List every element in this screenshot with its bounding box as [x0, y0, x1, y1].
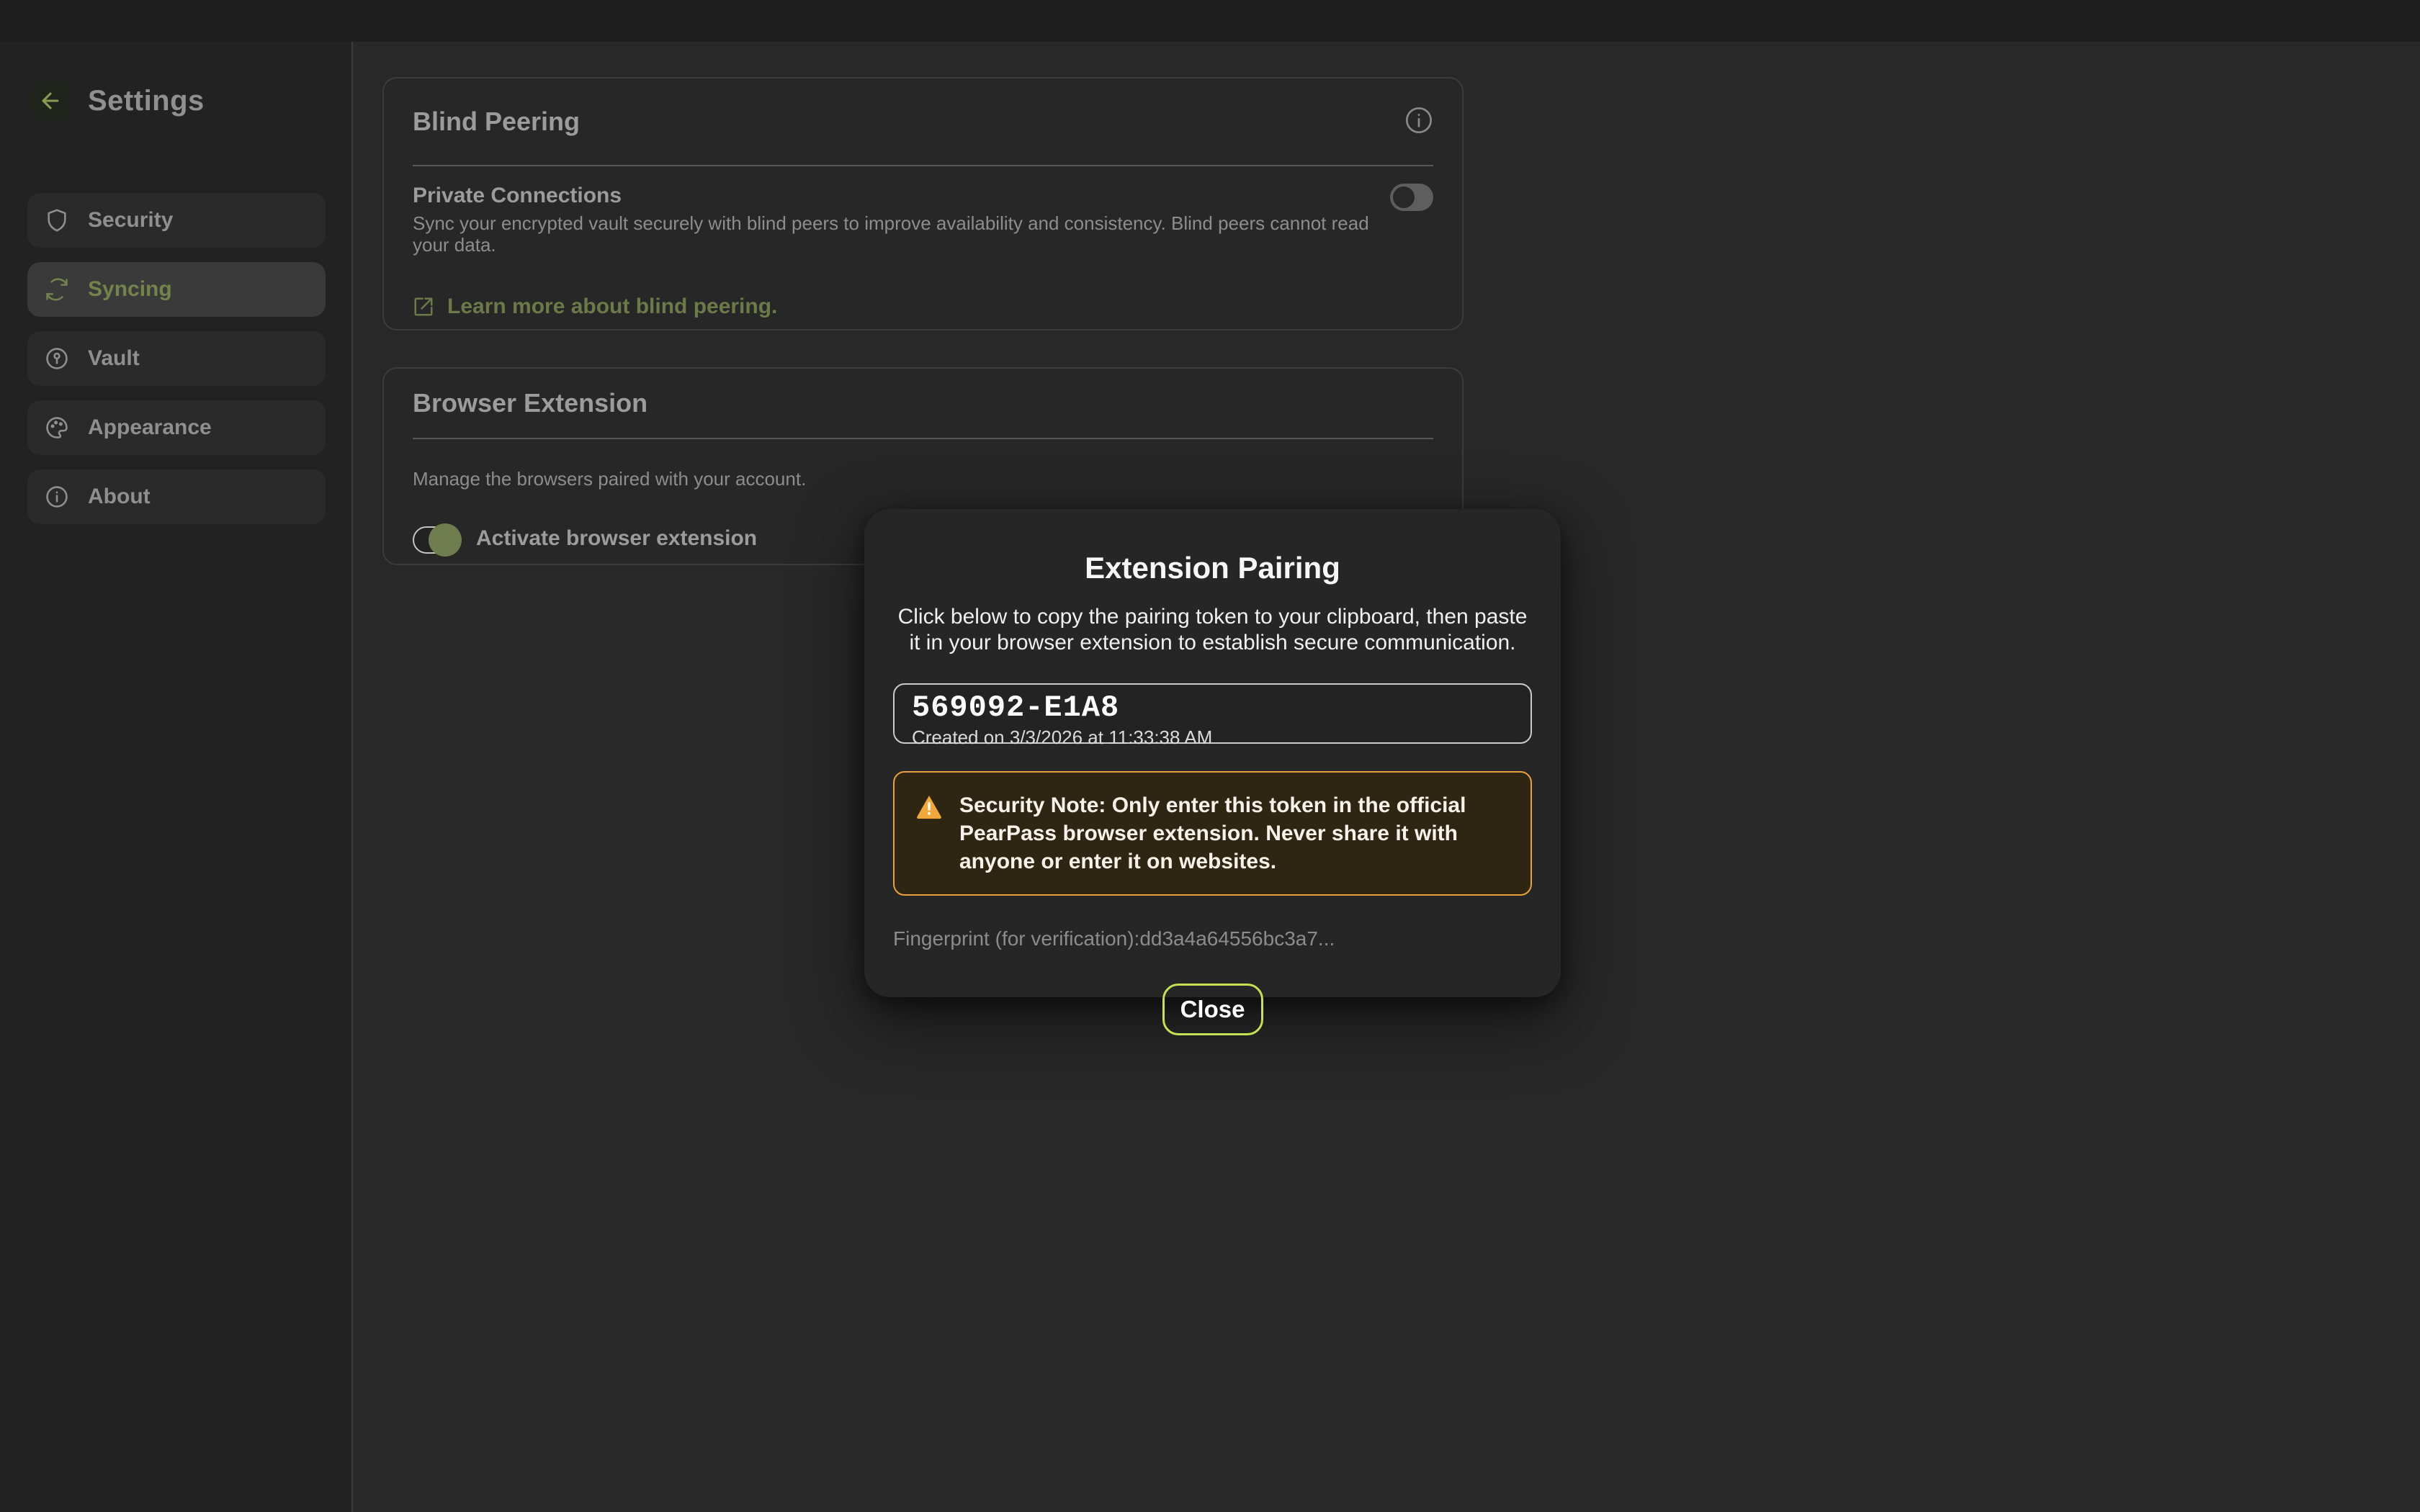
- card-title: Browser Extension: [413, 388, 647, 418]
- external-link-icon: [413, 296, 434, 318]
- divider: [413, 438, 1433, 439]
- activate-extension-toggle[interactable]: [413, 526, 457, 554]
- toggle-knob: [429, 523, 462, 557]
- sync-icon: [45, 277, 69, 302]
- learn-more-link[interactable]: Learn more about blind peering.: [413, 294, 1433, 319]
- card-title: Blind Peering: [413, 107, 580, 137]
- close-button[interactable]: Close: [1162, 984, 1263, 1035]
- info-icon: [45, 485, 69, 509]
- sidebar-item-security[interactable]: Security: [27, 193, 326, 248]
- card-description: Manage the browsers paired with your acc…: [413, 468, 1433, 490]
- arrow-left-icon: [38, 89, 63, 113]
- sidebar-item-vault[interactable]: Vault: [27, 331, 326, 386]
- back-button[interactable]: [29, 79, 72, 122]
- sidebar-item-label: Vault: [88, 346, 140, 371]
- sidebar-item-label: Appearance: [88, 415, 212, 440]
- sidebar-item-label: Syncing: [88, 277, 172, 302]
- learn-more-label: Learn more about blind peering.: [447, 294, 777, 319]
- security-note-text: Security Note: Only enter this token in …: [959, 791, 1507, 876]
- page-title: Settings: [88, 85, 205, 117]
- blind-peering-card: Blind Peering Private Connections Sync y…: [382, 77, 1464, 330]
- warning-icon: [915, 793, 944, 820]
- shield-icon: [45, 208, 69, 233]
- pairing-token: 569092-E1A8: [912, 690, 1513, 725]
- sidebar-item-syncing[interactable]: Syncing: [27, 262, 326, 317]
- titlebar: [0, 0, 2420, 42]
- fingerprint-text: Fingerprint (for verification):dd3a4a645…: [893, 927, 1532, 950]
- settings-screen: Settings Security Syncing Vault: [0, 0, 2420, 1512]
- info-icon[interactable]: [1404, 106, 1433, 138]
- sidebar-item-appearance[interactable]: Appearance: [27, 400, 326, 455]
- sidebar-item-label: Security: [88, 208, 173, 233]
- sidebar-item-about[interactable]: About: [27, 469, 326, 524]
- pairing-token-box[interactable]: 569092-E1A8 Created on 3/3/2026 at 11:33…: [893, 683, 1532, 744]
- toggle-knob: [1393, 186, 1415, 208]
- private-connections-row: Private Connections Sync your encrypted …: [413, 184, 1433, 256]
- modal-title: Extension Pairing: [893, 551, 1532, 585]
- modal-description: Click below to copy the pairing token to…: [893, 604, 1532, 656]
- card-header: Blind Peering: [413, 78, 1433, 165]
- extension-pairing-modal: Extension Pairing Click below to copy th…: [864, 509, 1561, 997]
- divider: [413, 165, 1433, 166]
- private-connections-toggle[interactable]: [1390, 184, 1433, 211]
- sidebar-header: Settings: [29, 79, 205, 122]
- card-header: Browser Extension: [413, 369, 1433, 438]
- key-icon: [45, 346, 69, 371]
- setting-description: Sync your encrypted vault securely with …: [413, 212, 1378, 256]
- activate-extension-label: Activate browser extension: [476, 526, 757, 551]
- sidebar-item-label: About: [88, 485, 151, 509]
- token-created-timestamp: Created on 3/3/2026 at 11:33:38 AM: [912, 726, 1513, 749]
- setting-label: Private Connections: [413, 184, 1378, 208]
- sidebar: Settings Security Syncing Vault: [0, 42, 353, 1512]
- palette-icon: [45, 415, 69, 440]
- private-connections-text: Private Connections Sync your encrypted …: [413, 184, 1378, 256]
- security-note-box: Security Note: Only enter this token in …: [893, 771, 1532, 896]
- sidebar-nav: Security Syncing Vault Ap: [27, 193, 326, 524]
